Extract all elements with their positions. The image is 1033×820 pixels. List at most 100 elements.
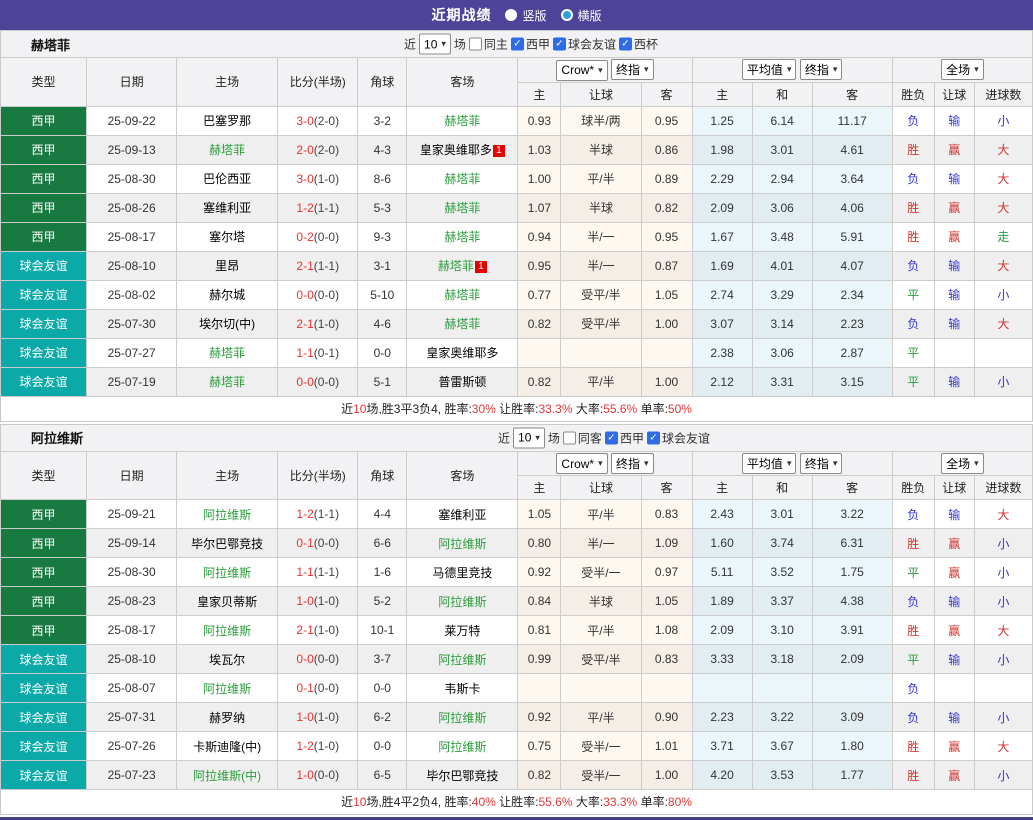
summary-line: 近10场,胜3平3负4, 胜率:30% 让胜率:33.3% 大率:55.6% 单…: [0, 397, 1033, 422]
handicap-cell: 受平/半: [561, 309, 641, 338]
avg-draw-cell: 3.74: [752, 529, 812, 558]
away-team-name[interactable]: 毕尔巴鄂竞技: [426, 769, 498, 783]
match-type-cell: 球会友谊: [1, 251, 87, 280]
avg-source-select[interactable]: 平均值▾: [742, 453, 797, 474]
home-team-name[interactable]: 巴伦西亚: [203, 172, 251, 186]
home-team-name[interactable]: 里昂: [215, 259, 239, 273]
away-team-name[interactable]: 马德里竞技: [432, 566, 492, 580]
away-team-name[interactable]: 赫塔菲: [444, 230, 480, 244]
avg-draw-cell: 3.10: [752, 616, 812, 645]
avg-away-cell: 1.77: [812, 761, 892, 790]
away-team-name[interactable]: 莱万特: [444, 624, 480, 638]
away-team-name[interactable]: 赫塔菲: [444, 201, 480, 215]
odds-stage-select[interactable]: 终指▾: [611, 59, 654, 80]
away-team-name[interactable]: 阿拉维斯: [438, 711, 486, 725]
layout-radio-horizontal[interactable]: 横版: [561, 7, 602, 24]
avg-source-select[interactable]: 平均值▾: [742, 59, 797, 80]
away-team-name[interactable]: 赫塔菲: [438, 259, 474, 273]
away-team-name[interactable]: 皇家奥维耶多: [420, 143, 492, 157]
home-team-name[interactable]: 塞尔塔: [209, 230, 245, 244]
away-team-name[interactable]: 赫塔菲: [444, 114, 480, 128]
away-team-name[interactable]: 阿拉维斯: [438, 595, 486, 609]
home-team-name[interactable]: 阿拉维斯(中): [193, 769, 261, 783]
avg-home-cell: 2.09: [692, 616, 752, 645]
league-filter-checkbox[interactable]: ✓西杯: [619, 36, 658, 53]
score-cell: 3-0(1-0): [278, 164, 358, 193]
home-team-name[interactable]: 皇家贝蒂斯: [197, 595, 257, 609]
recent-count-select[interactable]: 10▾: [513, 427, 545, 448]
recent-count-select[interactable]: 10▾: [419, 34, 451, 55]
chevron-down-icon: ▾: [598, 66, 603, 75]
away-team-name[interactable]: 塞维利亚: [438, 508, 486, 522]
same-venue-checkbox[interactable]: 同主: [469, 36, 508, 53]
home-team-name[interactable]: 阿拉维斯: [203, 682, 251, 696]
away-team-cell: 毕尔巴鄂竞技: [407, 761, 518, 790]
away-team-name[interactable]: 赫塔菲: [444, 172, 480, 186]
handicap-result-cell: 赢: [934, 732, 974, 761]
goals-result-cell: 小: [974, 106, 1032, 135]
avg-stage-select[interactable]: 终指▾: [800, 59, 843, 80]
summary-segment: 55.6%: [539, 795, 573, 809]
goals-result-cell: 小: [974, 367, 1032, 396]
column-subheader: 主: [518, 476, 561, 500]
odds-home-cell: 0.92: [518, 703, 561, 732]
home-team-name[interactable]: 赫尔城: [209, 288, 245, 302]
league-filter-checkbox[interactable]: ✓球会友谊: [553, 36, 616, 53]
date-cell: 25-08-30: [87, 558, 177, 587]
away-team-name[interactable]: 韦斯卡: [444, 682, 480, 696]
match-type-cell: 西甲: [1, 587, 87, 616]
away-team-name[interactable]: 普雷斯顿: [438, 375, 486, 389]
handicap-cell: 受平/半: [561, 280, 641, 309]
team-name: 阿拉维斯: [1, 428, 83, 447]
same-venue-checkbox[interactable]: 同客: [563, 429, 602, 446]
league-filter-checkbox[interactable]: ✓球会友谊: [647, 429, 710, 446]
scope-select[interactable]: 全场▾: [941, 453, 984, 474]
handicap-result-cell: 输: [934, 645, 974, 674]
home-team-name[interactable]: 埃尔切(中): [199, 317, 255, 331]
result-cell: 胜: [892, 135, 934, 164]
league-filter-checkbox[interactable]: ✓西甲: [511, 36, 550, 53]
match-type-cell: 西甲: [1, 135, 87, 164]
odds-provider-select[interactable]: Crow*▾: [556, 60, 607, 81]
match-type-cell: 球会友谊: [1, 367, 87, 396]
odds-home-cell: 0.82: [518, 367, 561, 396]
handicap-cell: [561, 674, 641, 703]
column-header: 类型: [1, 58, 87, 107]
away-team-name[interactable]: 阿拉维斯: [438, 740, 486, 754]
home-team-name[interactable]: 卡斯迪隆(中): [193, 740, 261, 754]
odds-provider-select[interactable]: Crow*▾: [556, 453, 607, 474]
league-filter-checkbox[interactable]: ✓西甲: [605, 429, 644, 446]
column-subheader: 客: [812, 82, 892, 106]
scope-select[interactable]: 全场▾: [941, 59, 984, 80]
odds-home-cell: 0.82: [518, 761, 561, 790]
home-team-cell: 皇家贝蒂斯: [177, 587, 278, 616]
home-team-name[interactable]: 赫塔菲: [209, 346, 245, 360]
home-team-name[interactable]: 毕尔巴鄂竞技: [191, 537, 263, 551]
handicap-result-cell: 输: [934, 280, 974, 309]
home-team-name[interactable]: 塞维利亚: [203, 201, 251, 215]
goals-result-cell: 大: [974, 251, 1032, 280]
home-team-name[interactable]: 巴塞罗那: [203, 114, 251, 128]
home-team-name[interactable]: 赫塔菲: [209, 375, 245, 389]
away-team-name[interactable]: 皇家奥维耶多: [426, 346, 498, 360]
date-cell: 25-08-10: [87, 251, 177, 280]
handicap-cell: 受半/一: [561, 558, 641, 587]
avg-home-cell: 1.89: [692, 587, 752, 616]
away-team-name[interactable]: 阿拉维斯: [438, 537, 486, 551]
away-team-name[interactable]: 赫塔菲: [444, 288, 480, 302]
home-team-name[interactable]: 阿拉维斯: [203, 566, 251, 580]
result-cell: 平: [892, 338, 934, 367]
handicap-result-cell: 赢: [934, 761, 974, 790]
away-team-name[interactable]: 赫塔菲: [444, 317, 480, 331]
avg-stage-select[interactable]: 终指▾: [800, 453, 843, 474]
odds-stage-select[interactable]: 终指▾: [611, 453, 654, 474]
odds-home-cell: 0.82: [518, 309, 561, 338]
home-team-name[interactable]: 赫塔菲: [209, 143, 245, 157]
layout-radio-vertical[interactable]: 竖版: [505, 7, 546, 24]
home-team-name[interactable]: 埃瓦尔: [209, 653, 245, 667]
avg-draw-cell: 3.31: [752, 367, 812, 396]
home-team-name[interactable]: 阿拉维斯: [203, 508, 251, 522]
away-team-name[interactable]: 阿拉维斯: [438, 653, 486, 667]
home-team-name[interactable]: 赫罗纳: [209, 711, 245, 725]
home-team-name[interactable]: 阿拉维斯: [203, 624, 251, 638]
